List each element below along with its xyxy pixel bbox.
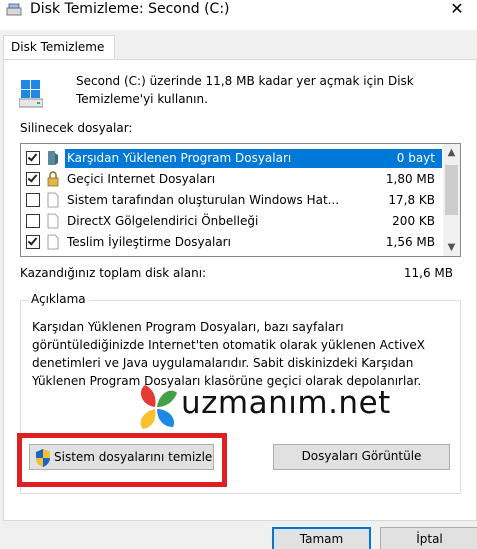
drive-icon: [19, 80, 43, 108]
watermark-logo-icon: [140, 385, 177, 429]
file-name: Geçici Internet Dosyaları: [67, 172, 216, 186]
tab-disk-cleanup[interactable]: Disk Temizleme: [3, 35, 115, 61]
checkbox[interactable]: [26, 193, 40, 207]
total-space-label: Kazandığınız toplam disk alanı:: [20, 266, 207, 280]
lock-icon: [47, 171, 59, 187]
list-item[interactable]: Karşıdan Yüklenen Program Dosyaları 0 ba…: [21, 148, 443, 169]
uac-shield-icon: [36, 449, 50, 467]
list-scrollbar[interactable]: ▲ ▼: [443, 144, 460, 256]
checkbox[interactable]: [26, 172, 40, 186]
file-size: 1,56 MB: [385, 235, 435, 249]
title-bar: Disk Temizleme: Second (C:) ✕: [0, 0, 477, 30]
tab-strip: Disk Temizleme: [0, 30, 477, 61]
file-name: Karşıdan Yüklenen Program Dosyaları: [67, 151, 292, 165]
file-name: DirectX Gölgelendirici Önbelleği: [67, 214, 259, 228]
window-title: Disk Temizleme: Second (C:): [30, 1, 230, 17]
list-item[interactable]: Teslim İyileştirme Dosyaları 1,56 MB: [21, 232, 443, 253]
document-icon: [47, 192, 59, 208]
document-icon: [47, 234, 59, 250]
document-icon: [47, 213, 59, 229]
list-item[interactable]: Sistem tarafından oluşturulan Windows Ha…: [21, 190, 443, 211]
file-size: 0 bayt: [396, 151, 435, 165]
view-files-button[interactable]: Dosyaları Görüntüle: [273, 444, 450, 470]
checkbox[interactable]: [26, 214, 40, 228]
list-item[interactable]: Geçici Internet Dosyaları 1,80 MB: [21, 169, 443, 190]
close-button[interactable]: ✕: [437, 0, 477, 22]
file-size: 17,8 KB: [388, 193, 435, 207]
file-size: 1,80 MB: [385, 172, 435, 186]
watermark-text: uzmanım.net: [181, 385, 391, 421]
checkbox[interactable]: [26, 151, 40, 165]
scroll-down-icon[interactable]: ▼: [443, 239, 460, 256]
file-name: Teslim İyileştirme Dosyaları: [67, 235, 231, 249]
clean-system-files-button[interactable]: Sistem dosyalarını temizle: [29, 444, 214, 470]
clean-system-files-label: Sistem dosyalarını temizle: [54, 450, 213, 464]
scroll-thumb[interactable]: [445, 165, 458, 215]
intro-text: Second (C:) üzerinde 11,8 MB kadar yer a…: [76, 74, 414, 106]
list-item[interactable]: DirectX Gölgelendirici Önbelleği 200 KB: [21, 211, 443, 232]
total-space-value: 11,6 MB: [403, 266, 453, 280]
description-title: Açıklama: [28, 292, 89, 306]
watermark: uzmanım.net: [133, 383, 390, 431]
disk-cleanup-app-icon: [6, 3, 22, 16]
scroll-up-icon[interactable]: ▲: [443, 144, 460, 161]
file-name: Sistem tarafından oluşturulan Windows Ha…: [67, 193, 340, 207]
file-size: 200 KB: [392, 214, 435, 228]
ok-button[interactable]: Tamam: [272, 527, 371, 549]
files-to-delete-label: Silinecek dosyalar:: [20, 121, 133, 135]
file-list[interactable]: Karşıdan Yüklenen Program Dosyaları 0 ba…: [20, 143, 461, 257]
description-text: Karşıdan Yüklenen Program Dosyaları, baz…: [32, 320, 425, 388]
checkbox[interactable]: [26, 235, 40, 249]
folder-icon: [48, 151, 58, 165]
cancel-button[interactable]: İptal: [380, 527, 477, 549]
